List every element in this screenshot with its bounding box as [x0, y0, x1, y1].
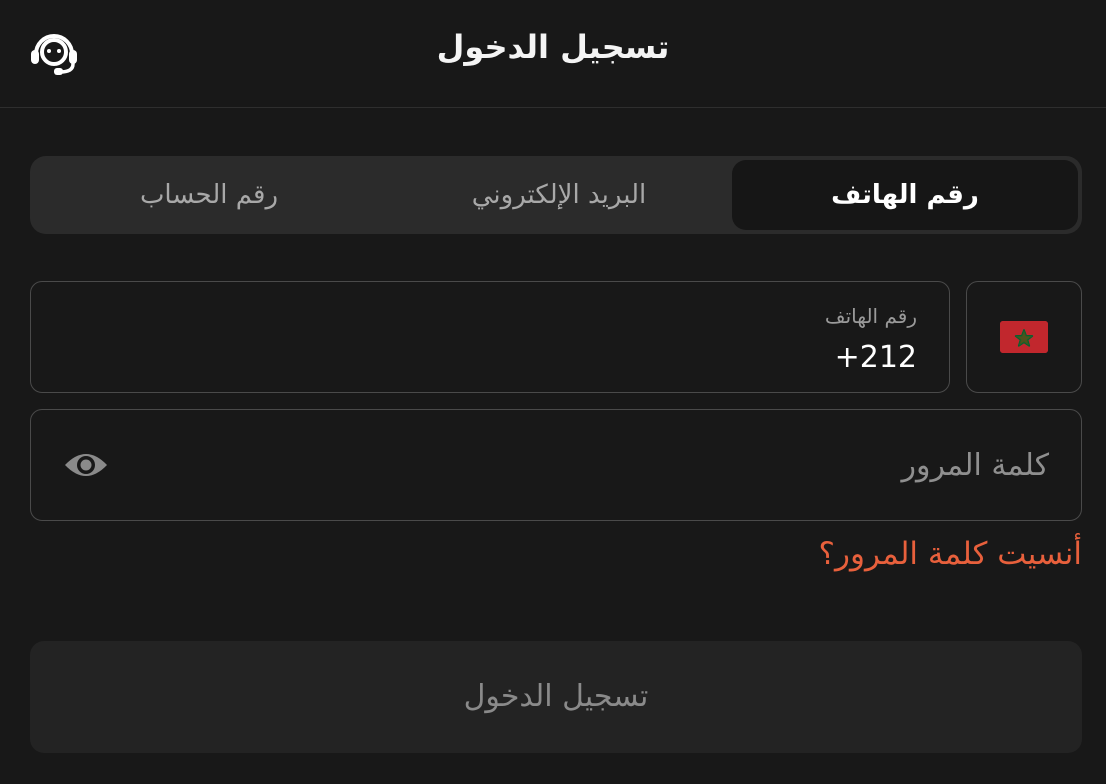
login-method-tabs: رقم الهاتف البريد الإلكتروني رقم الحساب	[30, 156, 1082, 234]
phone-number-value: +212	[834, 340, 917, 375]
country-code-selector[interactable]	[966, 281, 1082, 393]
login-screen: تسجيل الدخول رقم الهاتف البريد الإلكترون…	[0, 0, 1106, 784]
tab-phone-number[interactable]: رقم الهاتف	[732, 160, 1078, 230]
eye-icon	[65, 454, 107, 476]
morocco-flag-icon	[1000, 321, 1048, 353]
tab-account-number[interactable]: رقم الحساب	[36, 160, 382, 230]
login-button[interactable]: تسجيل الدخول	[30, 641, 1082, 753]
password-field[interactable]: كلمة المرور	[30, 409, 1082, 521]
tab-email[interactable]: البريد الإلكتروني	[386, 160, 732, 230]
show-password-toggle[interactable]	[63, 446, 109, 484]
page-title: تسجيل الدخول	[436, 28, 670, 66]
password-placeholder: كلمة المرور	[901, 448, 1049, 483]
header: تسجيل الدخول	[0, 0, 1106, 108]
phone-number-label: رقم الهاتف	[824, 304, 917, 328]
phone-number-field[interactable]: رقم الهاتف +212	[30, 281, 950, 393]
forgot-password-link[interactable]: أنسيت كلمة المرور؟	[819, 536, 1082, 572]
